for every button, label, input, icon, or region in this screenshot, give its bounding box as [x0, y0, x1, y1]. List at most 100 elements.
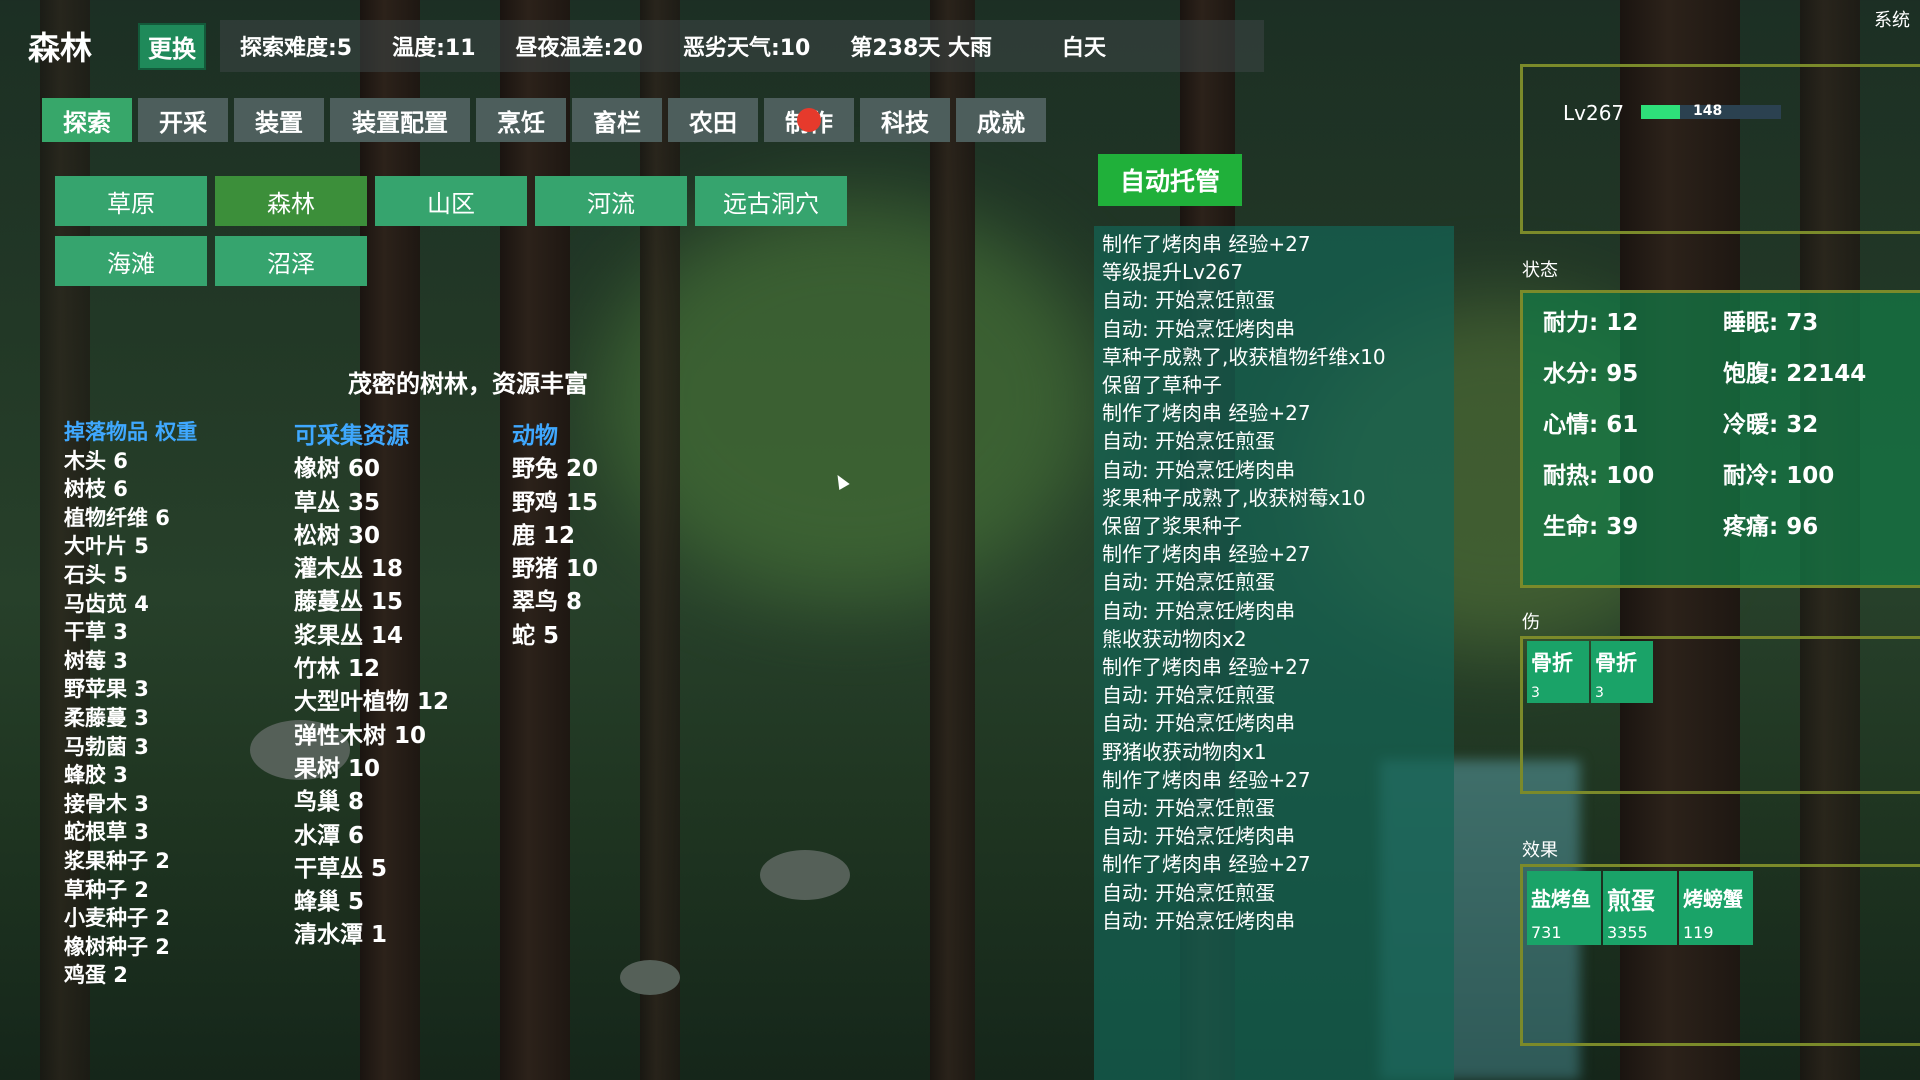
area-swamp[interactable]: 沼泽 [215, 236, 367, 286]
difficulty-text: 探索难度:5 [240, 36, 353, 61]
effects-panel: 盐烤鱼 731 煎蛋 3355 烤螃蟹 119 [1520, 864, 1920, 1046]
log-line: 自动: 开始烹饪煎蛋 [1102, 880, 1276, 905]
log-line: 自动: 开始烹饪烤肉串 [1102, 316, 1296, 341]
area-mountain[interactable]: 山区 [375, 176, 527, 226]
resource-item: 蜂巢 5 [294, 889, 365, 916]
drop-item: 蛇根草 3 [64, 820, 149, 845]
day-weather-text: 第238天 大雨 [850, 36, 992, 61]
temp-diff-text: 昼夜温差:20 [515, 36, 643, 61]
log-line: 自动: 开始烹饪煎蛋 [1102, 796, 1276, 821]
injury-count: 3 [1595, 685, 1604, 701]
tab-explore[interactable]: 探索 [42, 98, 132, 142]
animals-header: 动物 [512, 423, 558, 449]
log-line: 自动: 开始烹饪煎蛋 [1102, 288, 1276, 313]
drop-item: 树莓 3 [64, 648, 128, 673]
injury-panel: 骨折 3 骨折 3 [1520, 636, 1920, 794]
stat-cold-resistance: 耐冷: 100 [1723, 463, 1835, 489]
event-log: 制作了烤肉串 经验+27 等级提升Lv267 自动: 开始烹饪煎蛋 自动: 开始烹饪烤… [1094, 226, 1454, 1080]
log-line: 制作了烤肉串 经验+27 [1102, 401, 1311, 426]
effect-chip[interactable]: 盐烤鱼 731 [1527, 871, 1601, 945]
animal-item: 蛇 5 [512, 622, 560, 649]
resource-item: 干草丛 5 [294, 855, 388, 882]
injury-chip[interactable]: 骨折 3 [1527, 641, 1589, 703]
drop-item: 浆果种子 2 [64, 848, 170, 873]
area-forest[interactable]: 森林 [215, 176, 367, 226]
resources-column: 可采集资源 橡树 60 草丛 35 松树 30 灌木丛 18 藤蔓丛 15 浆果丛 14 竹… [294, 420, 449, 953]
bad-weather-text: 恶劣天气:10 [682, 36, 811, 61]
tab-tech[interactable]: 科技 [860, 98, 950, 142]
tab-farm[interactable]: 农田 [668, 98, 758, 142]
animal-item: 鹿 12 [512, 522, 576, 549]
auto-manage-button[interactable]: 自动托管 [1098, 154, 1242, 206]
status-label: 状态 [1522, 260, 1558, 281]
resource-item: 果树 10 [294, 755, 381, 782]
effect-count: 731 [1531, 923, 1562, 942]
animal-item: 野鸡 15 [512, 489, 599, 516]
injury-name: 骨折 [1531, 651, 1573, 675]
drop-item: 马齿苋 4 [64, 591, 149, 616]
tab-mining[interactable]: 开采 [138, 98, 228, 142]
area-river[interactable]: 河流 [535, 176, 687, 226]
injury-count: 3 [1531, 685, 1540, 701]
effects-label: 效果 [1522, 840, 1558, 861]
resource-item: 藤蔓丛 15 [294, 589, 404, 616]
drop-item: 鸡蛋 2 [64, 963, 128, 988]
xp-text: 148 [1693, 103, 1723, 119]
drops-header: 掉落物品 权重 [64, 420, 198, 444]
tab-devices[interactable]: 装置 [234, 98, 324, 142]
resource-item: 浆果丛 14 [294, 622, 404, 649]
injury-chip[interactable]: 骨折 3 [1591, 641, 1653, 703]
resource-item: 灌木丛 18 [294, 556, 404, 583]
info-bar: 探索难度:5 温度:11 昼夜温差:20 恶劣天气:10 第238天 大雨 白天 [220, 20, 1264, 72]
log-line: 制作了烤肉串 经验+27 [1102, 852, 1311, 877]
level-text: Lv267 [1563, 101, 1625, 125]
area-beach[interactable]: 海滩 [55, 236, 207, 286]
effect-count: 119 [1683, 923, 1714, 942]
log-line: 自动: 开始烹饪烤肉串 [1102, 824, 1296, 849]
drop-item: 小麦种子 2 [64, 906, 170, 931]
tab-achievements[interactable]: 成就 [956, 98, 1046, 142]
tab-device-config[interactable]: 装置配置 [330, 98, 470, 142]
area-grassland[interactable]: 草原 [55, 176, 207, 226]
log-line: 自动: 开始烹饪煎蛋 [1102, 429, 1276, 454]
log-line: 自动: 开始烹饪烤肉串 [1102, 457, 1296, 482]
effect-count: 3355 [1607, 923, 1648, 942]
resource-item: 清水潭 1 [294, 922, 388, 949]
drop-item: 草种子 2 [64, 877, 149, 902]
tab-pen[interactable]: 畜栏 [572, 98, 662, 142]
drop-item: 植物纤维 6 [64, 505, 170, 530]
log-line: 自动: 开始烹饪烤肉串 [1102, 598, 1296, 623]
status-panel: 耐力: 12 睡眠: 73 水分: 95 饱腹: 22144 心情: 61 冷暖… [1520, 290, 1920, 588]
location-name: 森林 [28, 29, 93, 67]
log-line: 制作了烤肉串 经验+27 [1102, 767, 1311, 792]
resource-item: 水潭 6 [294, 822, 365, 849]
injury-name: 骨折 [1595, 651, 1637, 675]
stat-health: 生命: 39 [1543, 514, 1639, 540]
animal-item: 野兔 20 [512, 456, 599, 483]
effect-name: 煎蛋 [1607, 887, 1655, 915]
log-line: 制作了烤肉串 经验+27 [1102, 232, 1311, 256]
drop-item: 干草 3 [64, 620, 128, 645]
system-button[interactable]: 系统 [1874, 6, 1910, 32]
drop-item: 木头 6 [64, 448, 128, 473]
log-line: 保留了草种子 [1102, 373, 1222, 398]
top-bar: 森林 更换 探索难度:5 温度:11 昼夜温差:20 恶劣天气:10 第238天… [28, 20, 1264, 72]
resource-item: 松树 30 [294, 522, 381, 549]
log-line: 熊收获动物肉x2 [1102, 626, 1247, 651]
effect-chip[interactable]: 煎蛋 3355 [1603, 871, 1677, 945]
stat-warmth: 冷暖: 32 [1723, 412, 1819, 438]
xp-fill [1641, 105, 1681, 119]
stat-satiety: 饱腹: 22144 [1723, 361, 1867, 387]
change-location-button[interactable]: 更换 [138, 22, 206, 70]
tab-cooking[interactable]: 烹饪 [476, 98, 566, 142]
time-of-day-text: 白天 [1061, 36, 1106, 61]
stat-mood: 心情: 61 [1543, 412, 1639, 438]
main-tabs: 探索 开采 装置 装置配置 烹饪 畜栏 农田 制作 科技 成就 [42, 98, 1046, 142]
area-ancient-cave[interactable]: 远古洞穴 [695, 176, 847, 226]
resource-item: 橡树 60 [294, 456, 381, 483]
effect-chip[interactable]: 烤螃蟹 119 [1679, 871, 1753, 945]
effect-name: 烤螃蟹 [1683, 887, 1743, 911]
log-line: 等级提升Lv267 [1102, 260, 1244, 285]
log-line: 保留了浆果种子 [1102, 514, 1242, 539]
drop-item: 接骨木 3 [64, 791, 149, 816]
